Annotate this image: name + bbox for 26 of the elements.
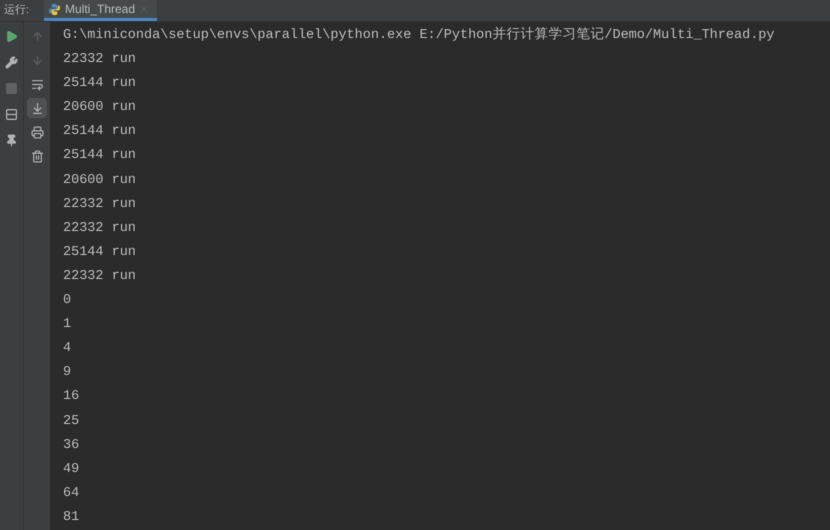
console-line: 25144 run (63, 75, 137, 94)
console-line: 22332 run (63, 220, 137, 238)
console-line: 1 (63, 316, 72, 334)
console-line: G:\miniconda\setup\envs\parallel\python.exe E:/Python并行计算学习笔记/Demo/Multi_Thread.py (63, 26, 776, 45)
console-line: 25144 run (63, 244, 137, 262)
console-line: 0 (63, 292, 72, 310)
python-icon (48, 2, 61, 16)
console-line: 22332 run (63, 268, 137, 286)
console-line: 49 (63, 460, 80, 479)
panel-label: 运行: (3, 3, 30, 18)
console-line: 25144 run (63, 147, 137, 166)
console-line: 20600 run (63, 172, 137, 190)
run-tab[interactable]: Multi_Thread (44, 0, 158, 21)
console-line: 25144 run (63, 123, 137, 142)
console-line: 64 (63, 484, 80, 503)
scroll-to-end-icon[interactable] (27, 98, 47, 118)
console-line: 81 (63, 508, 80, 527)
console-line: 4 (63, 340, 72, 358)
tab-label: Multi_Thread (65, 1, 136, 18)
console-line: 36 (63, 436, 80, 455)
console-line: 25 (63, 412, 80, 430)
console-line: 9 (63, 364, 72, 382)
console-line: 20600 run (63, 99, 137, 118)
console-line: 22332 run (63, 196, 137, 214)
console-line: 22332 run (63, 51, 137, 70)
console-line: 16 (63, 388, 80, 406)
